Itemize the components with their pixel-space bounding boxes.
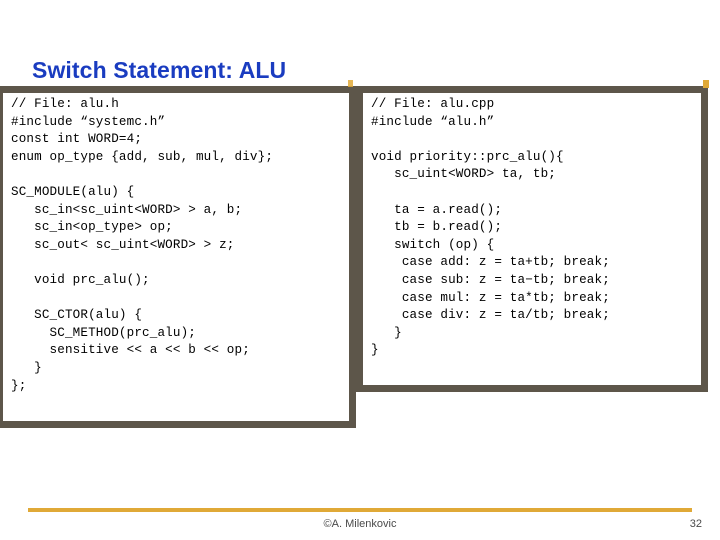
footer-author: ©A. Milenkovic	[323, 518, 397, 530]
footer-page-number: 32	[689, 518, 702, 530]
code-block-alu-implementation: // File: alu.cpp #include “alu.h” void p…	[356, 86, 708, 392]
accent-tick-right-icon	[703, 80, 709, 88]
page-title: Switch Statement: ALU	[32, 57, 287, 84]
code-text-alu-implementation: // File: alu.cpp #include “alu.h” void p…	[371, 97, 610, 358]
code-block-alu-header: // File: alu.h #include “systemc.h” cons…	[0, 86, 356, 428]
code-text-alu-header: // File: alu.h #include “systemc.h” cons…	[11, 97, 274, 393]
accent-tick-left-icon	[348, 80, 353, 87]
footer-divider	[28, 508, 692, 512]
